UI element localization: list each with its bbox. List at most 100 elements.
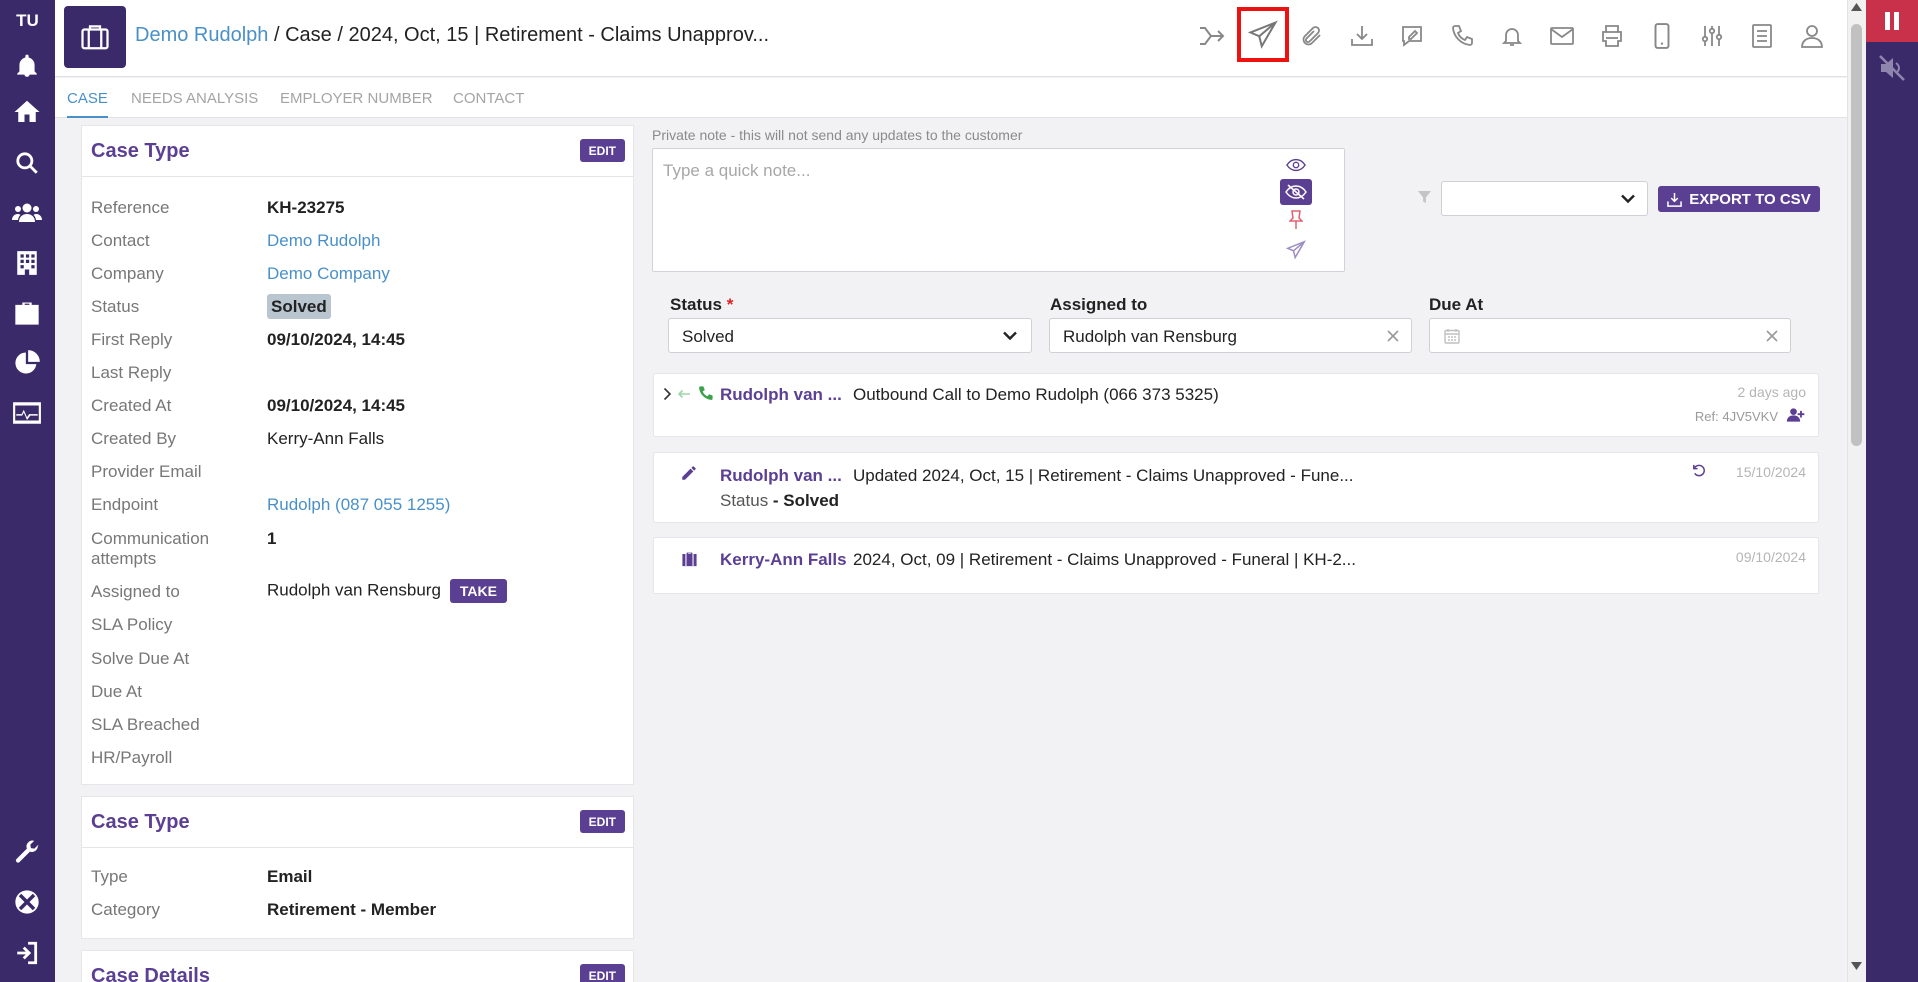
sub-label: Status	[720, 491, 769, 510]
arrow-left-icon	[677, 389, 691, 399]
export-label: EXPORT TO CSV	[1689, 190, 1811, 208]
field-label: Communication attempts	[91, 529, 210, 568]
activity-text: Outbound Call to Demo Rudolph (066 373 5…	[853, 385, 1219, 404]
scroll-down-arrow-icon[interactable]	[1851, 962, 1862, 970]
undo-icon[interactable]	[1691, 463, 1706, 478]
assigned-to-label: Assigned to	[1050, 295, 1148, 314]
edit-button[interactable]: EDIT	[579, 964, 625, 982]
tab-needs-analysis[interactable]: NEEDS ANALYSIS	[131, 90, 258, 107]
breadcrumb-contact-link[interactable]: Demo Rudolph	[135, 24, 268, 46]
field-label: First Reply	[91, 330, 173, 349]
calendar-icon	[1444, 328, 1460, 344]
printer-icon[interactable]	[1592, 16, 1632, 56]
activity-item[interactable]: Rudolph van ... Updated 2024, Oct, 15 | …	[653, 452, 1819, 523]
send-note-icon[interactable]	[1280, 237, 1312, 263]
field-label: Provider Email	[91, 462, 202, 481]
status-value: Solved	[682, 327, 734, 346]
home-icon[interactable]	[11, 96, 43, 128]
field-label: SLA Breached	[91, 715, 200, 734]
quick-note-input[interactable]: Type a quick note...	[652, 148, 1345, 272]
search-icon[interactable]	[11, 147, 43, 179]
take-button[interactable]: TAKE	[449, 579, 507, 603]
divider	[82, 847, 633, 848]
send-icon[interactable]	[1237, 7, 1289, 62]
bell-icon[interactable]	[1492, 16, 1532, 56]
scroll-up-arrow-icon[interactable]	[1851, 3, 1862, 11]
tools-icon[interactable]	[11, 886, 43, 918]
field-value: Retirement - Member	[267, 900, 437, 919]
chevron-right-icon[interactable]	[663, 387, 672, 401]
filter-select[interactable]	[1441, 181, 1648, 216]
eye-off-icon[interactable]	[1280, 179, 1312, 205]
clear-icon[interactable]	[1387, 330, 1399, 342]
activity-author[interactable]: Rudolph van ...	[720, 466, 842, 486]
monitor-icon[interactable]	[11, 397, 43, 429]
mail-icon[interactable]	[1542, 16, 1582, 56]
mobile-icon[interactable]	[1642, 16, 1682, 56]
phone-icon	[697, 385, 714, 402]
activity-author[interactable]: Rudolph van ...	[720, 385, 842, 405]
due-at-field[interactable]	[1429, 318, 1791, 353]
user-initials[interactable]: TU	[0, 11, 55, 31]
speaker-muted-icon[interactable]	[1877, 54, 1907, 82]
card-title: Case Type	[91, 140, 190, 162]
activity-item[interactable]: Rudolph van ... Outbound Call to Demo Ru…	[653, 373, 1819, 437]
pin-icon[interactable]	[1280, 207, 1312, 233]
edit-button[interactable]: EDIT	[579, 139, 625, 162]
tab-case[interactable]: CASE	[67, 90, 108, 118]
download-icon[interactable]	[1342, 16, 1382, 56]
user-icon[interactable]	[1792, 16, 1832, 56]
chat-edit-icon[interactable]	[1392, 16, 1432, 56]
list-icon[interactable]	[1742, 16, 1782, 56]
sliders-icon[interactable]	[1692, 16, 1732, 56]
assign-user-icon[interactable]	[1786, 407, 1806, 423]
wrench-icon[interactable]	[11, 836, 43, 868]
chevron-down-icon	[1621, 194, 1635, 204]
note-hint: Private note - this will not send any up…	[652, 127, 1023, 143]
filter-icon[interactable]	[1417, 190, 1432, 205]
contact-link[interactable]: Demo Rudolph	[267, 231, 380, 251]
activity-subtext: Status - Solved	[720, 491, 839, 511]
assigned-to-field[interactable]: Rudolph van Rensburg	[1049, 318, 1412, 353]
field-label: Status	[91, 297, 140, 316]
required-asterisk: *	[726, 295, 734, 314]
field-value: KH-23275	[267, 198, 345, 217]
bell-icon[interactable]	[11, 50, 43, 82]
status-badge: Solved	[267, 294, 331, 319]
pause-icon[interactable]	[1866, 0, 1918, 42]
chevron-down-icon	[1003, 331, 1017, 341]
scrollbar-thumb[interactable]	[1851, 24, 1862, 446]
breadcrumb: Demo Rudolph / Case / 2024, Oct, 15 | Re…	[135, 24, 769, 47]
field-label: Solve Due At	[91, 649, 190, 668]
users-icon[interactable]	[11, 197, 43, 229]
field-label: Company	[91, 264, 164, 283]
company-link[interactable]: Demo Company	[267, 264, 390, 284]
due-at-label: Due At	[1429, 295, 1484, 314]
case-details-card: Case Details EDIT	[81, 950, 634, 982]
merge-arrow-icon[interactable]	[1192, 16, 1232, 56]
field-label: Category	[91, 900, 160, 919]
field-value: 1	[267, 529, 277, 548]
paperclip-icon[interactable]	[1292, 16, 1332, 56]
clear-icon[interactable]	[1766, 330, 1778, 342]
activity-date: 2 days ago	[1737, 384, 1807, 400]
export-csv-button[interactable]: EXPORT TO CSV	[1658, 186, 1820, 212]
divider	[82, 176, 633, 177]
status-select[interactable]: Solved	[668, 318, 1032, 353]
endpoint-link[interactable]: Rudolph (087 055 1255)	[267, 495, 450, 515]
logout-icon[interactable]	[11, 937, 43, 969]
tab-employer-number[interactable]: EMPLOYER NUMBER	[280, 90, 433, 107]
eye-icon[interactable]	[1280, 152, 1312, 178]
phone-icon[interactable]	[1442, 16, 1482, 56]
edit-button[interactable]: EDIT	[579, 810, 625, 833]
case-briefcase-icon	[64, 6, 126, 68]
tab-contact[interactable]: CONTACT	[453, 90, 524, 107]
export-icon	[1667, 192, 1683, 207]
field-value: Email	[267, 867, 313, 886]
pie-chart-icon[interactable]	[11, 347, 43, 379]
case-type-card: Case Type EDIT Reference KH-23275 Contact…	[81, 125, 634, 785]
building-icon[interactable]	[11, 247, 43, 279]
activity-author[interactable]: Kerry-Ann Falls	[720, 550, 847, 570]
activity-item[interactable]: Kerry-Ann Falls 2024, Oct, 09 | Retireme…	[653, 537, 1819, 594]
briefcase-icon[interactable]	[11, 297, 43, 329]
